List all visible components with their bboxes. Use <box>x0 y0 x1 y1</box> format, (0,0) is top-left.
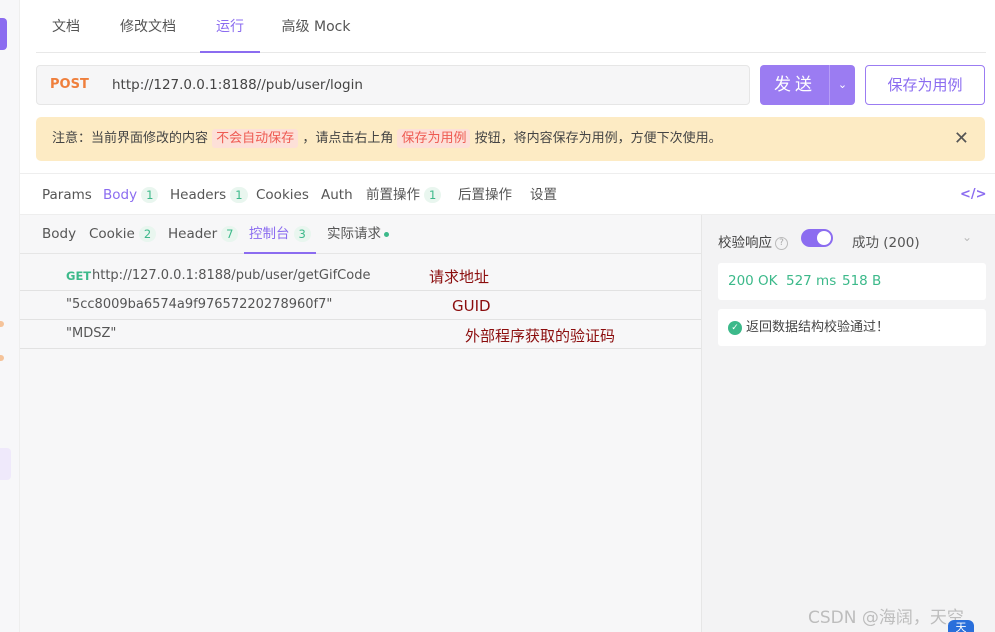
close-icon[interactable]: ✕ <box>954 117 969 161</box>
annotation-captcha: 外部程序获取的验证码 <box>465 327 616 345</box>
code-icon[interactable]: </> <box>960 174 987 216</box>
notice-suffix: 按钮，将内容保存为用例，方便下次使用。 <box>474 131 722 146</box>
tab-response-body[interactable]: Body <box>42 215 76 253</box>
tab-actual-request[interactable]: 实际请求 <box>327 215 389 253</box>
help-icon[interactable]: ? <box>775 236 788 250</box>
response-size: 518 B <box>842 273 882 289</box>
log-text: "5cc8009ba6574a9f97657220278960f7" <box>66 297 333 312</box>
tab-response-cookie[interactable]: Cookie 2 <box>89 215 157 253</box>
count-badge: 7 <box>221 226 239 242</box>
notice-highlight-save: 保存为用例 <box>397 129 471 148</box>
annotation-request-url: 请求地址 <box>429 268 490 286</box>
notice-middle: ，请点击右上角 <box>302 131 394 146</box>
method-select[interactable]: POST <box>50 66 89 104</box>
send-button-label: 发送 <box>774 75 816 95</box>
annotation-guid: GUID <box>452 297 491 315</box>
count-badge: 3 <box>293 226 311 242</box>
request-tab-bar: Params Body 1 Headers 1 Cookies Auth 前置操作 1… <box>20 173 995 215</box>
rail-dot <box>0 321 4 327</box>
url-input[interactable]: http://127.0.0.1:8188//pub/user/login <box>112 66 363 104</box>
rail-dot <box>0 355 4 361</box>
notice-banner: 注意：当前界面修改的内容 不会自动保存 ，请点击右上角 保存为用例 按钮，将内容… <box>36 117 985 161</box>
tab-response-header[interactable]: Header 7 <box>168 215 239 253</box>
console-row: GET http://127.0.0.1:8188/pub/user/getGi… <box>20 262 701 291</box>
tab-docs[interactable]: 文档 <box>40 0 92 53</box>
tab-settings[interactable]: 设置 <box>530 174 557 216</box>
console-row: "5cc8009ba6574a9f97657220278960f7" GUID <box>20 291 701 320</box>
validation-result-card: ✓ 返回数据结构校验通过！ <box>718 309 986 346</box>
chevron-down-icon[interactable]: ⌄ <box>830 65 855 105</box>
notice-highlight-autosave: 不会自动保存 <box>212 129 299 148</box>
validation-panel: 校验响应? 成功 (200) ⌄ 200 OK 527 ms 518 B ✓ 返… <box>701 215 995 632</box>
tab-pre-processors[interactable]: 前置操作 1 <box>366 174 442 216</box>
notice-prefix: 注意：当前界面修改的内容 <box>52 131 209 146</box>
tab-console[interactable]: 控制台 3 <box>244 215 316 254</box>
response-status-card: 200 OK 527 ms 518 B <box>718 263 986 300</box>
chevron-down-icon[interactable]: ⌄ <box>962 230 972 244</box>
response-case-select[interactable]: 成功 (200) <box>852 231 920 251</box>
log-method: GET <box>66 269 92 283</box>
validation-message: 返回数据结构校验通过！ <box>746 320 890 335</box>
tab-body[interactable]: Body 1 <box>103 174 159 216</box>
corner-badge: 天 <box>948 620 974 632</box>
toggle-knob <box>817 231 831 245</box>
tab-edit-docs[interactable]: 修改文档 <box>112 0 184 53</box>
validate-toggle[interactable] <box>801 229 833 247</box>
log-text: http://127.0.0.1:8188/pub/user/getGifCod… <box>92 268 371 283</box>
status-code: 200 OK <box>728 273 778 289</box>
watermark: CSDN @海阔，天空 <box>808 608 964 628</box>
left-rail <box>0 0 20 632</box>
top-tab-bar: 文档 修改文档 运行 高级 Mock <box>36 0 986 53</box>
check-circle-icon: ✓ <box>728 321 742 335</box>
tab-post-processors[interactable]: 后置操作 <box>458 174 512 216</box>
rail-active-indicator[interactable] <box>0 18 7 50</box>
tab-headers[interactable]: Headers 1 <box>170 174 248 216</box>
log-text: "MDSZ" <box>66 326 117 341</box>
response-tab-bar: Body Cookie 2 Header 7 控制台 3 实际请求 <box>20 215 701 254</box>
tab-cookies[interactable]: Cookies <box>256 174 309 216</box>
response-panel: Body Cookie 2 Header 7 控制台 3 实际请求 GET http:… <box>20 215 701 632</box>
count-badge: 1 <box>141 187 159 203</box>
save-as-case-button[interactable]: 保存为用例 <box>865 65 985 105</box>
tab-advanced-mock[interactable]: 高级 Mock <box>276 0 356 53</box>
count-badge: 2 <box>138 226 157 242</box>
url-bar[interactable]: POST http://127.0.0.1:8188//pub/user/log… <box>36 65 750 105</box>
status-dot <box>384 231 389 237</box>
count-badge: 1 <box>230 187 248 203</box>
send-button[interactable]: 发送 ⌄ <box>760 65 855 105</box>
count-badge: 1 <box>424 187 442 203</box>
response-time: 527 ms <box>786 273 837 289</box>
tab-params[interactable]: Params <box>42 174 92 216</box>
rail-item[interactable] <box>0 448 11 480</box>
tab-run[interactable]: 运行 <box>200 0 260 53</box>
tab-auth[interactable]: Auth <box>321 174 353 216</box>
console-row: "MDSZ" 外部程序获取的验证码 <box>20 320 701 349</box>
validate-response-label: 校验响应? <box>718 231 788 251</box>
